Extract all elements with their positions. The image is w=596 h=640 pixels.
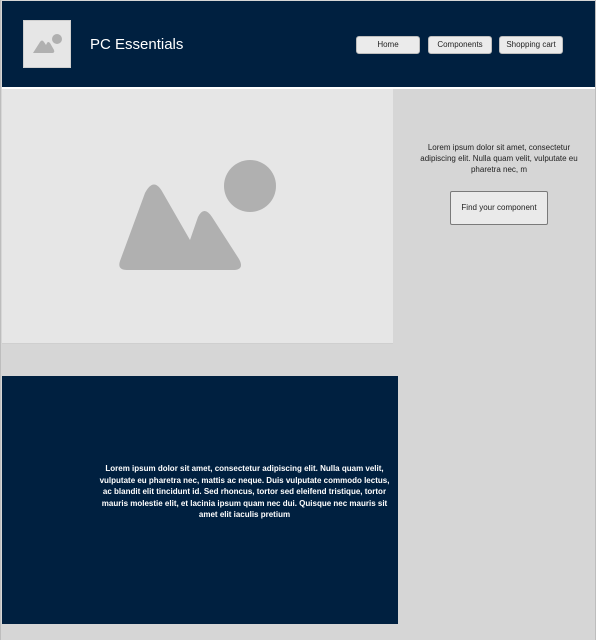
hero-image (2, 89, 393, 344)
logo (23, 20, 71, 68)
find-component-button[interactable]: Find your component (450, 191, 548, 225)
info-text: Lorem ipsum dolor sit amet, consectetur … (99, 464, 390, 519)
info-section: Lorem ipsum dolor sit amet, consectetur … (2, 376, 398, 624)
site-title: PC Essentials (90, 36, 184, 53)
image-placeholder-icon (119, 160, 276, 270)
nav-shopping-cart-button[interactable]: Shopping cart (499, 36, 563, 54)
nav-home-button[interactable]: Home (356, 36, 420, 54)
nav-components-button[interactable]: Components (428, 36, 492, 54)
hero-description: Lorem ipsum dolor sit amet, consectetur … (420, 143, 578, 174)
site-header: PC Essentials Home Components Shopping c… (2, 1, 595, 89)
image-placeholder-icon (33, 34, 62, 53)
